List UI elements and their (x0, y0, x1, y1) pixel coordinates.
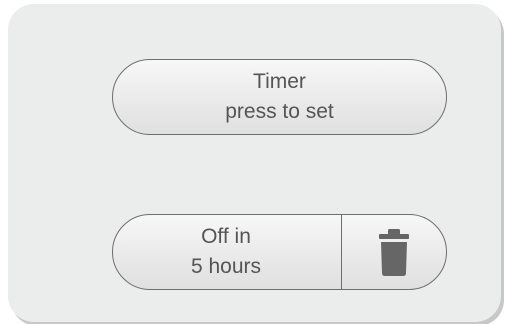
active-timer-status[interactable]: Off in 5 hours (113, 215, 339, 289)
active-timer-control: Off in 5 hours (112, 214, 447, 290)
timer-panel: Timer press to set Off in 5 hours (8, 4, 501, 322)
active-timer-duration: 5 hours (190, 255, 262, 278)
set-timer-label: Timer press to set (113, 60, 446, 134)
active-timer-prefix: Off in (201, 225, 251, 248)
set-timer-title: Timer (253, 70, 306, 93)
delete-timer-button[interactable] (342, 215, 446, 289)
set-timer-hint: press to set (225, 100, 334, 123)
trash-icon (379, 229, 409, 276)
set-timer-button[interactable]: Timer press to set (112, 59, 447, 135)
